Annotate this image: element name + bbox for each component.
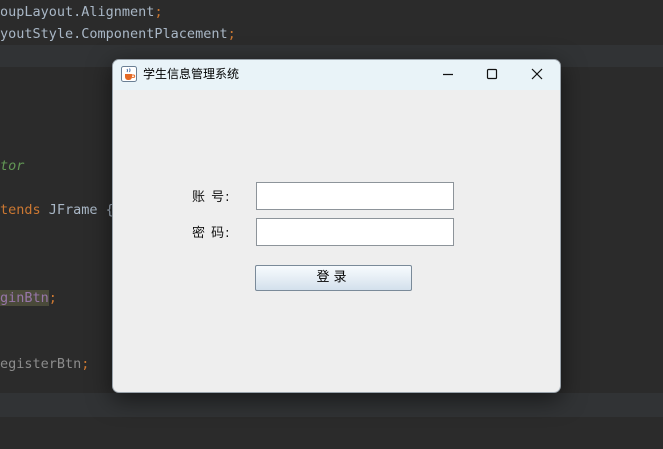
minimize-button[interactable] [426, 60, 470, 88]
login-button[interactable]: 登录 [255, 265, 412, 291]
close-button[interactable] [515, 60, 559, 88]
code-text: youtStyle.ComponentPlacement [0, 26, 228, 42]
code-line-login-field: ginBtn; [0, 287, 57, 309]
password-label: 密 码: [192, 226, 231, 241]
code-line-annotation: tor [0, 158, 25, 174]
code-semicolon: ; [81, 356, 90, 372]
code-line-1: oupLayout.Alignment; [0, 1, 163, 23]
java-cup-icon [121, 66, 137, 82]
code-semicolon: ; [227, 26, 236, 42]
code-text: JFrame { [40, 202, 114, 218]
code-semicolon: ; [48, 290, 57, 306]
code-field: egisterBtn [0, 356, 82, 372]
minimize-icon [442, 65, 454, 84]
password-input[interactable] [256, 218, 454, 246]
dialog-titlebar[interactable]: 学生信息管理系统 [113, 60, 560, 90]
close-icon [531, 65, 543, 84]
dialog-title: 学生信息管理系统 [143, 67, 240, 81]
code-semicolon: ; [154, 4, 163, 20]
maximize-icon [486, 65, 498, 84]
maximize-button[interactable] [470, 60, 514, 88]
code-keyword: tends [0, 202, 41, 218]
code-line-register-field: egisterBtn; [0, 353, 89, 375]
code-text: oupLayout.Alignment [0, 4, 155, 20]
account-input[interactable] [256, 182, 454, 210]
login-dialog: 学生信息管理系统 账 号: 密 码: 登录 [112, 59, 561, 393]
editor-current-line [0, 393, 663, 417]
account-label: 账 号: [192, 190, 231, 205]
code-field: ginBtn [0, 290, 49, 306]
code-line-class: tends JFrame { [0, 199, 114, 221]
code-line-2: youtStyle.ComponentPlacement; [0, 23, 236, 45]
